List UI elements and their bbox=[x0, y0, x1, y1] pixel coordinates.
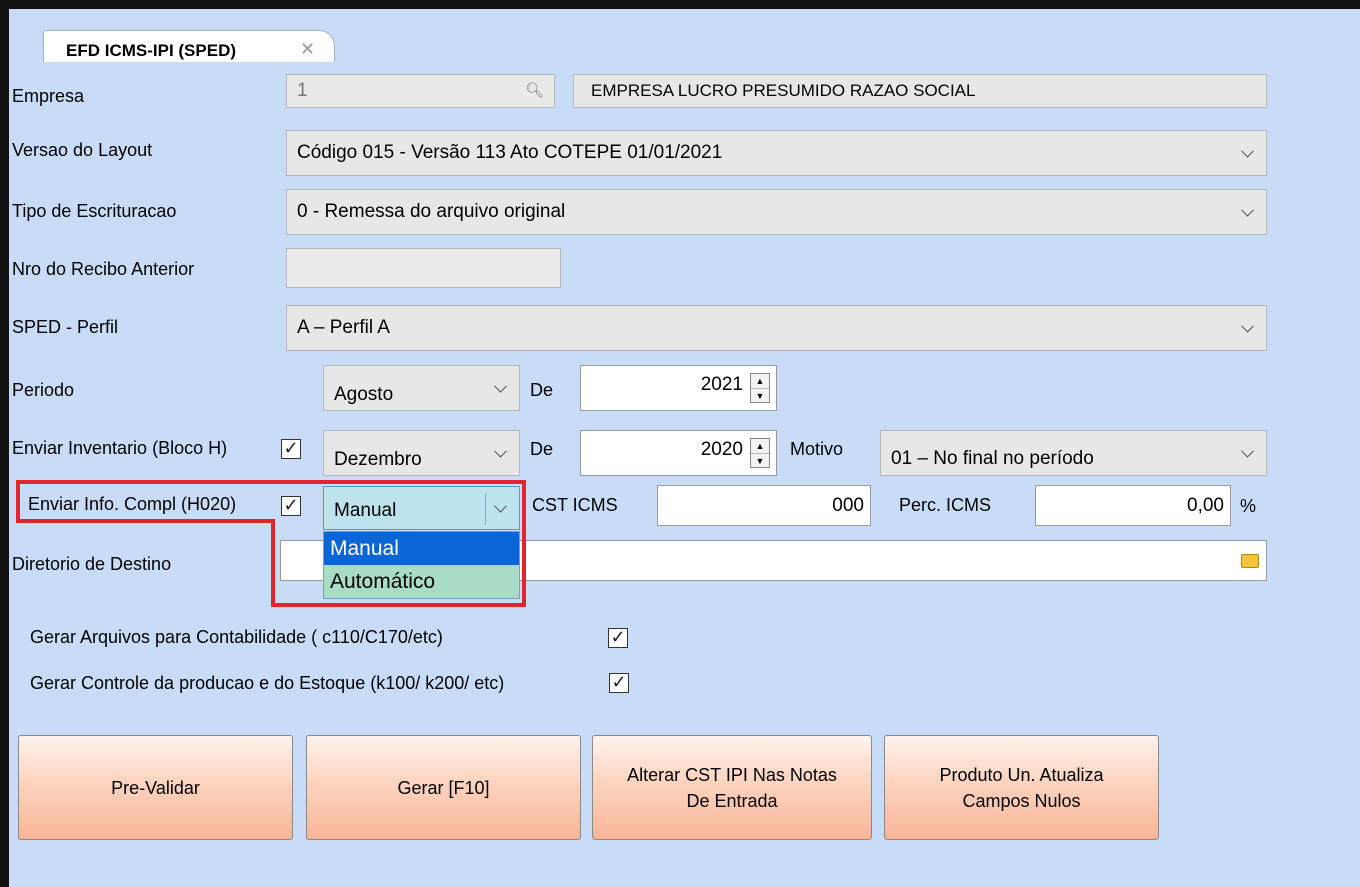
highlight-box-top bbox=[16, 480, 526, 523]
alterar-cst-label-line2: De Entrada bbox=[686, 790, 778, 811]
empresa-name-field: EMPRESA LUCRO PRESUMIDO RAZAO SOCIAL bbox=[573, 74, 1267, 108]
gerar-button[interactable]: Gerar [F10] bbox=[306, 735, 581, 840]
empresa-label: Empresa bbox=[12, 86, 85, 106]
periodo-de-label: De bbox=[530, 380, 554, 400]
chevron-down-icon bbox=[1241, 144, 1254, 158]
perc-icms-value: 0,00 bbox=[1187, 495, 1224, 516]
spin-up-icon[interactable]: ▲ bbox=[751, 374, 769, 389]
empresa-name: EMPRESA LUCRO PRESUMIDO RAZAO SOCIAL bbox=[591, 81, 976, 100]
perfil-value: A – Perfil A bbox=[297, 317, 390, 338]
alterar-cst-label-line1: Alterar CST IPI Nas Notas bbox=[627, 764, 837, 785]
inventario-year-input[interactable]: 2020 ▲ ▼ bbox=[580, 430, 777, 476]
motivo-select[interactable]: 01 – No final no período bbox=[880, 430, 1267, 476]
producao-label: Gerar Controle da producao e do Estoque … bbox=[30, 673, 505, 693]
form-panel: Empresa 1 🔍︎ EMPRESA LUCRO PRESUMIDO RAZ… bbox=[9, 62, 1360, 887]
inventario-month-select[interactable]: Dezembro bbox=[323, 430, 520, 476]
tab-close-icon[interactable]: ✕ bbox=[300, 39, 315, 60]
inventario-year: 2020 bbox=[700, 439, 743, 460]
tipo-label: Tipo de Escrituracao bbox=[12, 201, 177, 221]
cst-icms-value: 000 bbox=[832, 495, 864, 516]
gerar-label: Gerar [F10] bbox=[397, 777, 490, 798]
perfil-label: SPED - Perfil bbox=[12, 317, 119, 337]
versao-label: Versao do Layout bbox=[12, 140, 153, 160]
pre-validar-button[interactable]: Pre-Validar bbox=[18, 735, 293, 840]
chevron-down-icon bbox=[1241, 444, 1254, 458]
cst-icms-label: CST ICMS bbox=[532, 495, 618, 515]
spin-down-icon[interactable]: ▼ bbox=[756, 391, 765, 401]
perfil-select[interactable]: A – Perfil A bbox=[286, 305, 1267, 351]
inventario-de-label: De bbox=[530, 439, 554, 459]
versao-value: Código 015 - Versão 113 Ato COTEPE 01/01… bbox=[297, 142, 723, 163]
highlight-box-bottom bbox=[271, 520, 526, 607]
perc-icms-input[interactable]: 0,00 bbox=[1035, 485, 1231, 526]
chevron-down-icon bbox=[1241, 319, 1254, 333]
alterar-cst-button[interactable]: Alterar CST IPI Nas Notas De Entrada bbox=[592, 735, 872, 840]
periodo-year-input[interactable]: 2021 ▲ ▼ bbox=[580, 365, 777, 411]
periodo-label: Periodo bbox=[12, 380, 75, 400]
inventario-label: Enviar Inventario (Bloco H) bbox=[12, 438, 228, 458]
highlight-box-step bbox=[16, 519, 275, 523]
producao-checkbox[interactable]: ✓ bbox=[609, 673, 629, 693]
inventario-month: Dezembro bbox=[334, 449, 422, 470]
versao-select[interactable]: Código 015 - Versão 113 Ato COTEPE 01/01… bbox=[286, 130, 1267, 176]
motivo-value: 01 – No final no período bbox=[891, 448, 1094, 469]
spin-down-icon[interactable]: ▼ bbox=[756, 456, 765, 466]
year-spinner[interactable]: ▲ ▼ bbox=[750, 438, 770, 468]
tipo-value: 0 - Remessa do arquivo original bbox=[297, 201, 566, 222]
tab-title: EFD ICMS-IPI (SPED) bbox=[66, 41, 237, 60]
produto-atualiza-button[interactable]: Produto Un. Atualiza Campos Nulos bbox=[884, 735, 1159, 840]
periodo-year: 2021 bbox=[700, 374, 743, 395]
produto-atualiza-label-line1: Produto Un. Atualiza bbox=[939, 764, 1104, 785]
search-icon[interactable]: 🔍︎ bbox=[525, 75, 544, 107]
contabilidade-checkbox[interactable]: ✓ bbox=[608, 628, 628, 648]
chevron-down-icon bbox=[494, 379, 507, 393]
year-spinner[interactable]: ▲ ▼ bbox=[750, 373, 770, 403]
empresa-code: 1 bbox=[297, 80, 308, 101]
tipo-select[interactable]: 0 - Remessa do arquivo original bbox=[286, 189, 1267, 235]
inventario-checkbox[interactable]: ✓ bbox=[281, 439, 301, 459]
periodo-month-select[interactable]: Agosto bbox=[323, 365, 520, 411]
recibo-label: Nro do Recibo Anterior bbox=[12, 259, 195, 279]
motivo-label: Motivo bbox=[790, 439, 844, 459]
perc-unit: % bbox=[1240, 496, 1257, 516]
chevron-down-icon bbox=[1241, 203, 1254, 217]
cst-icms-input[interactable]: 000 bbox=[657, 485, 871, 526]
empresa-code-field[interactable]: 1 🔍︎ bbox=[286, 74, 555, 108]
diretorio-label: Diretorio de Destino bbox=[12, 554, 172, 574]
contabilidade-label: Gerar Arquivos para Contabilidade ( c110… bbox=[30, 627, 443, 647]
perc-icms-label: Perc. ICMS bbox=[899, 495, 992, 515]
recibo-input[interactable] bbox=[286, 248, 561, 288]
produto-atualiza-label-line2: Campos Nulos bbox=[962, 790, 1081, 811]
spin-up-icon[interactable]: ▲ bbox=[751, 439, 769, 454]
pre-validar-label: Pre-Validar bbox=[111, 777, 200, 798]
chevron-down-icon bbox=[494, 444, 507, 458]
folder-icon[interactable] bbox=[1241, 554, 1259, 568]
periodo-month: Agosto bbox=[334, 384, 394, 405]
